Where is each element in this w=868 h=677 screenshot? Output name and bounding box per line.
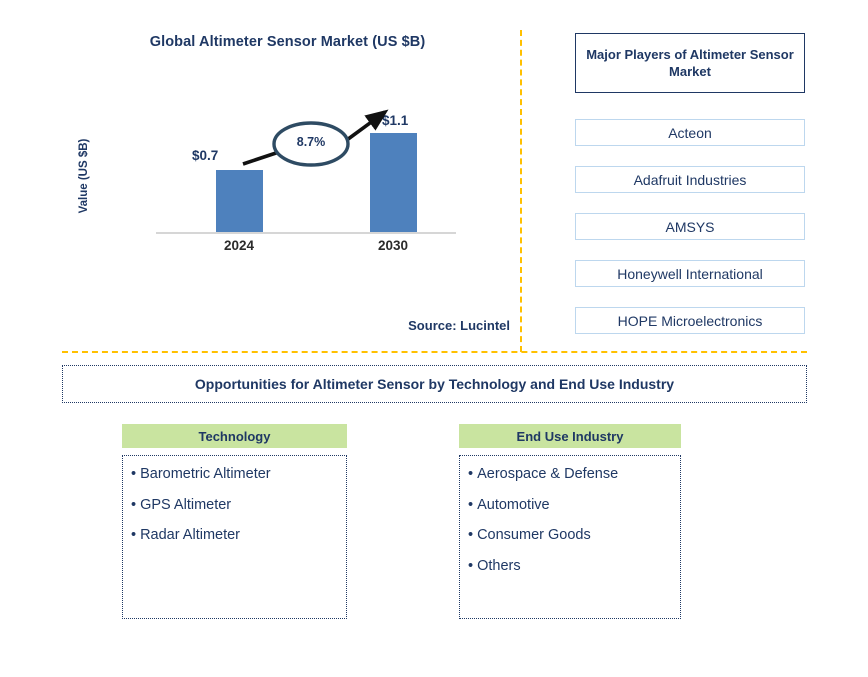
player-item-amsys[interactable]: AMSYS — [575, 213, 805, 240]
player-label: Honeywell International — [617, 265, 763, 282]
bullet-icon: • — [468, 466, 474, 482]
player-label: AMSYS — [665, 218, 715, 235]
bullet-icon: • — [131, 527, 137, 543]
player-label: Adafruit Industries — [633, 171, 747, 188]
list-item: • Others — [468, 557, 680, 574]
vertical-divider — [520, 30, 522, 352]
list-item-label: Consumer Goods — [477, 527, 591, 543]
category-header-technology: Technology — [122, 424, 347, 448]
category-column-end-use-industry: End Use Industry • Aerospace & Defense • A… — [459, 424, 681, 619]
cagr-label: 8.7% — [296, 135, 326, 149]
source-note: Source: Lucintel — [408, 318, 510, 333]
player-item-hope-microelectronics[interactable]: HOPE Microelectronics — [575, 307, 805, 334]
cagr-callout-graphic — [242, 109, 389, 167]
list-item: • Radar Altimeter — [131, 528, 346, 543]
player-item-honeywell-international[interactable]: Honeywell International — [575, 260, 805, 287]
list-item-label: Barometric Altimeter — [140, 466, 271, 482]
category-header-end-use-industry: End Use Industry — [459, 424, 681, 448]
list-item-label: Aerospace & Defense — [477, 466, 619, 482]
list-item-label: Radar Altimeter — [140, 527, 241, 543]
list-item: • Consumer Goods — [468, 528, 680, 543]
player-label: HOPE Microelectronics — [617, 312, 763, 329]
bullet-icon: • — [131, 466, 137, 482]
chart-plot-area: Value (US $B) 2024 2030 $0.7 $1.1 8.7% — [60, 20, 515, 350]
bullet-icon: • — [468, 496, 474, 513]
horizontal-divider — [62, 351, 807, 353]
major-players-panel: Major Players of Altimeter Sensor Market… — [575, 33, 805, 334]
list-item: • Aerospace & Defense — [468, 467, 680, 482]
bullet-icon: • — [468, 527, 474, 543]
player-item-acteon[interactable]: Acteon — [575, 119, 805, 146]
infographic-canvas: Global Altimeter Sensor Market (US $B) V… — [0, 0, 868, 677]
bullet-icon: • — [131, 496, 137, 513]
player-item-adafruit-industries[interactable]: Adafruit Industries — [575, 166, 805, 193]
list-item-label: GPS Altimeter — [140, 496, 232, 513]
category-list-end-use-industry: • Aerospace & Defense • Automotive • Consum… — [459, 455, 681, 619]
category-list-technology: • Barometric Altimeter • GPS Altimeter • Ra… — [122, 455, 347, 619]
opportunities-banner: Opportunities for Altimeter Sensor by Te… — [62, 365, 807, 403]
list-item: • Barometric Altimeter — [131, 467, 346, 482]
list-item: • GPS Altimeter — [131, 496, 346, 513]
list-item-label: Others — [477, 557, 521, 574]
list-item-label: Automotive — [477, 496, 550, 513]
list-item: • Automotive — [468, 496, 680, 513]
player-label: Acteon — [668, 124, 712, 141]
bullet-icon: • — [468, 557, 474, 574]
major-players-header: Major Players of Altimeter Sensor Market — [575, 33, 805, 93]
category-column-technology: Technology • Barometric Altimeter • GPS Al… — [122, 424, 347, 619]
market-chart-panel: Global Altimeter Sensor Market (US $B) V… — [60, 20, 515, 350]
